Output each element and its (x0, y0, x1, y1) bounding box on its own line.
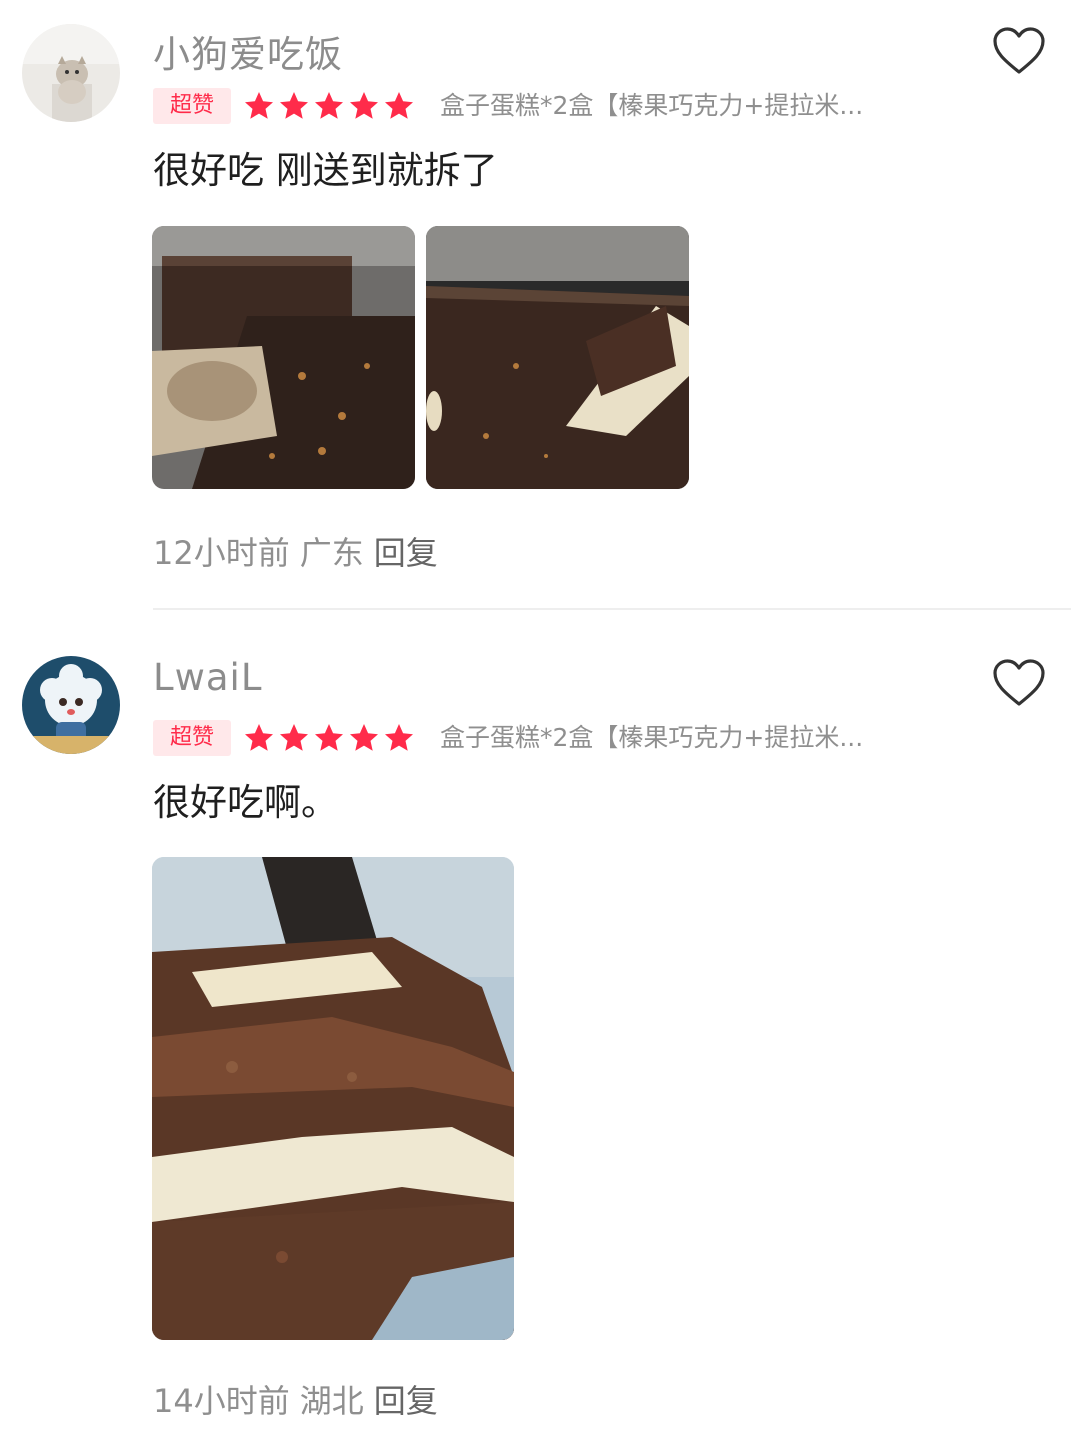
star-icon (313, 90, 345, 122)
like-heart-icon[interactable] (992, 658, 1046, 708)
timestamp: 12小时前 (153, 534, 290, 572)
product-variant[interactable]: 盒子蛋糕*2盒【榛果巧克力+提拉米... (440, 88, 920, 124)
rating-row: 超赞 盒子蛋糕*2盒【榛果巧克力+提拉米... (153, 720, 1053, 756)
review-footer: 14小时前 湖北 回复 (153, 1376, 448, 1422)
product-variant[interactable]: 盒子蛋糕*2盒【榛果巧克力+提拉米... (440, 720, 920, 756)
star-icon (278, 722, 310, 754)
star-icon (278, 90, 310, 122)
star-icon (243, 90, 275, 122)
review-photo[interactable] (152, 857, 514, 1340)
rating-badge: 超赞 (153, 88, 231, 124)
user-avatar[interactable] (22, 656, 120, 754)
reply-button[interactable]: 回复 (374, 534, 438, 572)
divider (153, 608, 1071, 610)
rating-badge: 超赞 (153, 720, 231, 756)
user-avatar[interactable] (22, 24, 120, 122)
star-icon (383, 722, 415, 754)
reply-button[interactable]: 回复 (374, 1382, 438, 1420)
location: 广东 (299, 534, 364, 572)
review-item: LwaiL 超赞 盒子蛋糕*2盒【榛果巧克力+提拉米... 很好吃啊。 14小时… (0, 632, 1080, 1440)
star-icon (348, 722, 380, 754)
review-text: 很好吃啊。 (153, 781, 338, 824)
rating-row: 超赞 盒子蛋糕*2盒【榛果巧克力+提拉米... (153, 88, 1053, 124)
star-icon (383, 90, 415, 122)
star-rating (243, 722, 418, 754)
timestamp: 14小时前 (153, 1382, 290, 1420)
star-icon (243, 722, 275, 754)
location: 湖北 (299, 1382, 364, 1420)
star-icon (348, 90, 380, 122)
review-text: 很好吃 刚送到就拆了 (153, 149, 498, 192)
review-photo[interactable] (152, 226, 415, 489)
username[interactable]: LwaiL (153, 656, 262, 699)
star-rating (243, 90, 418, 122)
star-icon (313, 722, 345, 754)
username[interactable]: 小狗爱吃饭 (153, 24, 343, 78)
like-heart-icon[interactable] (992, 26, 1046, 76)
review-photo[interactable] (426, 226, 689, 489)
review-item: 小狗爱吃饭 超赞 盒子蛋糕*2盒【榛果巧克力+提拉米... 很好吃 刚送到就拆了 (0, 0, 1080, 610)
review-footer: 12小时前 广东 回复 (153, 528, 448, 574)
